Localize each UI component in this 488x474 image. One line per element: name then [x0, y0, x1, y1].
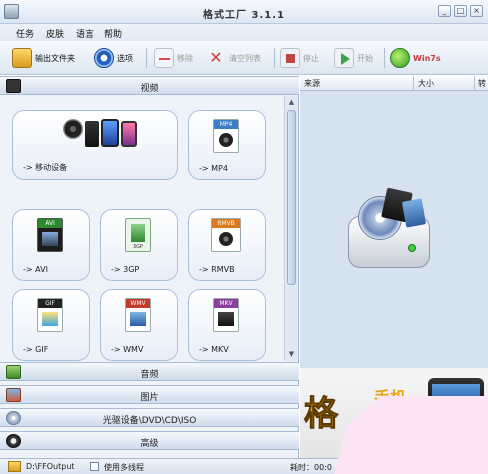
start-label: 开始	[357, 53, 373, 63]
mkv-icon: MKV	[213, 298, 239, 332]
toolbar-divider	[146, 48, 147, 68]
vertical-scrollbar[interactable]: ▲ ▼	[284, 96, 298, 361]
win7-logo-icon	[390, 48, 410, 68]
tile-rmvb-label: -> RMVB	[199, 265, 235, 274]
toolbar-divider	[274, 48, 275, 68]
category-advanced-label: 高级	[140, 439, 159, 449]
category-video-header[interactable]: 视频	[0, 76, 299, 95]
menu-language[interactable]: 语言	[76, 27, 94, 40]
tile-gif-label: -> GIF	[23, 345, 49, 354]
folder-icon[interactable]	[8, 461, 21, 472]
win7-button[interactable]: Win7s	[390, 46, 441, 70]
category-audio-label: 音频	[140, 370, 159, 380]
3gp-icon: 3GP	[125, 218, 151, 252]
stop-button[interactable]: 停止	[280, 46, 319, 70]
tile-mp4[interactable]: MP4 -> MP4	[188, 110, 266, 180]
remove-button[interactable]: 移除	[154, 46, 193, 70]
column-convert[interactable]: 转	[478, 78, 486, 89]
scroll-up-arrow-icon[interactable]: ▲	[286, 97, 297, 108]
gif-icon: GIF	[37, 298, 63, 332]
category-rom-header[interactable]: 光驱设备\DVD\CD\ISO	[0, 408, 299, 427]
category-advanced-header[interactable]: 高级	[0, 431, 299, 450]
menu-help[interactable]: 帮助	[104, 27, 122, 40]
category-picture-label: 图片	[140, 393, 159, 403]
minimize-button[interactable]: _	[438, 5, 451, 17]
reel-icon	[63, 119, 83, 139]
film-icon	[6, 79, 21, 93]
output-folder-label: 输出文件夹	[35, 53, 75, 63]
category-video-label: 视频	[140, 84, 159, 94]
category-audio-header[interactable]: 音频	[0, 362, 299, 381]
options-label: 选项	[117, 53, 133, 63]
rmvb-icon: RMVB	[211, 218, 241, 252]
category-rom-label: 光驱设备\DVD\CD\ISO	[102, 416, 197, 426]
category-picture-header[interactable]: 图片	[0, 385, 299, 404]
tile-gif[interactable]: GIF -> GIF	[12, 289, 90, 361]
banner-big-text: 格	[304, 394, 339, 435]
clear-list-button[interactable]: ✕ 清空列表	[206, 46, 261, 70]
mp4-icon: MP4	[213, 119, 239, 153]
tile-3gp[interactable]: 3GP -> 3GP	[100, 209, 178, 281]
multithread-checkbox[interactable]	[90, 462, 99, 471]
clear-list-label: 清空列表	[229, 53, 261, 63]
stop-label: 停止	[303, 53, 319, 63]
elapsed-time: 耗时：00:0	[290, 463, 332, 472]
start-button[interactable]: 开始	[334, 46, 373, 70]
output-folder-button[interactable]: 输出文件夹	[12, 46, 75, 70]
phone-icon	[101, 119, 119, 147]
format-factory-logo	[344, 186, 436, 274]
remove-label: 移除	[177, 53, 193, 63]
tile-3gp-label: -> 3GP	[111, 265, 140, 274]
menu-skin[interactable]: 皮肤	[46, 27, 64, 40]
tile-mobile[interactable]: -> 移动设备	[12, 110, 178, 180]
column-divider[interactable]	[474, 76, 475, 91]
win7-label: Win7s	[413, 53, 441, 63]
remove-icon	[154, 48, 174, 68]
toolbar-divider	[384, 48, 385, 68]
tile-rmvb[interactable]: RMVB -> RMVB	[188, 209, 266, 281]
tile-wmv-label: -> WMV	[111, 345, 144, 354]
scroll-down-arrow-icon[interactable]: ▼	[286, 349, 297, 360]
multithread-label: 使用多线程	[104, 463, 144, 472]
music-note-icon	[6, 365, 21, 379]
menu-task[interactable]: 任务	[16, 27, 34, 40]
wmv-icon: WMV	[125, 298, 151, 332]
scroll-thumb[interactable]	[287, 110, 296, 285]
tile-mobile-label: -> 移动设备	[23, 163, 68, 172]
column-size[interactable]: 大小	[418, 78, 434, 89]
title-bar: 格式工厂 3.1.1 _ □ ×	[0, 0, 488, 24]
play-icon	[334, 48, 354, 68]
task-list-header: 来源 大小 转	[300, 76, 488, 91]
avi-icon: AVI	[37, 218, 63, 252]
format-grid: -> 移动设备 MP4 -> MP4 AVI -> AVI 3GP -> 3GP	[0, 96, 283, 361]
category-pane: 视频 -> 移动设备 MP4 -> MP4 AVI -> AVI 3GP -> …	[0, 76, 299, 458]
options-button[interactable]: 选项	[94, 46, 133, 70]
clear-x-icon: ✕	[209, 48, 223, 67]
column-divider[interactable]	[413, 76, 414, 91]
tile-mkv[interactable]: MKV -> MKV	[188, 289, 266, 361]
tile-avi-label: -> AVI	[23, 265, 48, 274]
maximize-button[interactable]: □	[454, 5, 467, 17]
output-path[interactable]: D:\FFOutput	[26, 462, 75, 471]
column-source[interactable]: 来源	[304, 78, 320, 89]
close-button[interactable]: ×	[470, 5, 483, 17]
stop-icon	[280, 48, 300, 68]
tile-avi[interactable]: AVI -> AVI	[12, 209, 90, 281]
menu-bar: 任务 皮肤 语言 帮助	[0, 24, 488, 41]
window-title: 格式工厂 3.1.1	[203, 10, 285, 21]
gear-icon	[94, 48, 114, 68]
tile-mp4-label: -> MP4	[199, 164, 228, 173]
toolbar: 输出文件夹 选项 移除 ✕ 清空列表 停止 开始 Win7s	[0, 41, 488, 75]
picture-icon	[6, 388, 21, 402]
tools-icon	[6, 434, 21, 448]
tile-wmv[interactable]: WMV -> WMV	[100, 289, 178, 361]
tile-mkv-label: -> MKV	[199, 345, 229, 354]
disc-icon	[6, 411, 21, 425]
folder-icon	[12, 48, 32, 68]
